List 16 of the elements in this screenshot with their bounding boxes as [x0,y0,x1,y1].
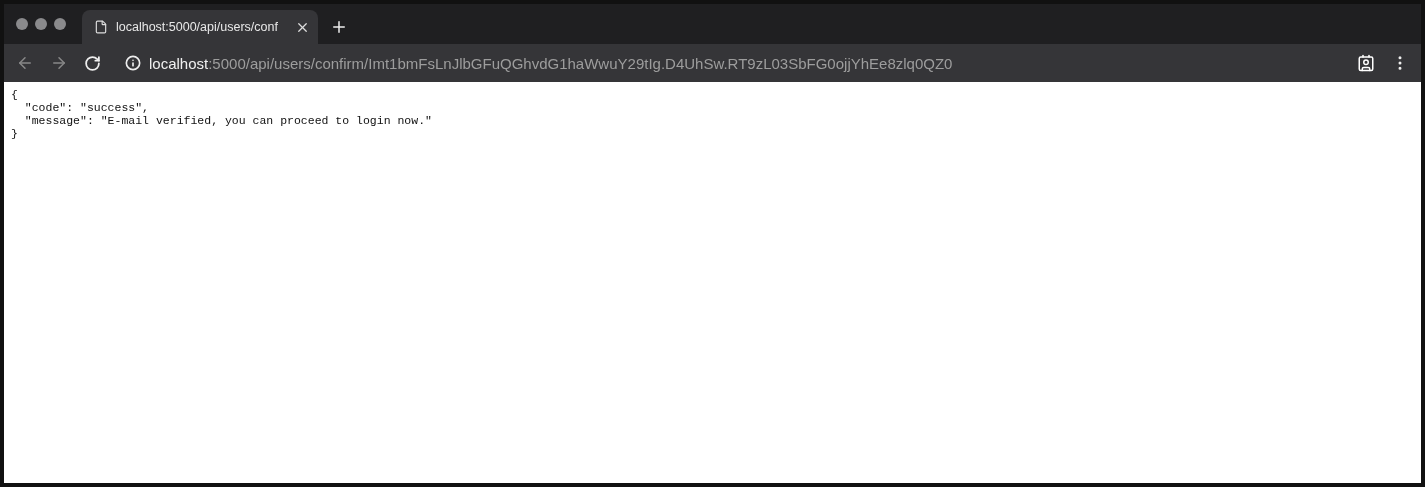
back-icon[interactable] [16,54,34,72]
document-icon [94,20,108,34]
info-icon[interactable] [125,55,141,71]
json-line: "message": "E-mail verified, you can proceed to login now." [23,114,433,127]
minimize-window-dot[interactable] [35,18,47,30]
forward-icon[interactable] [50,54,68,72]
close-window-dot[interactable] [16,18,28,30]
tab-title: localhost:5000/api/users/conf [116,20,278,34]
maximize-window-dot[interactable] [54,18,66,30]
json-line: } [11,127,19,140]
new-tab-icon[interactable] [330,18,348,36]
reload-icon[interactable] [84,54,101,72]
browser-tab[interactable]: localhost:5000/api/users/conf [82,10,318,44]
badge-icon[interactable] [1357,54,1375,72]
json-line: "code": "success", [23,101,151,114]
json-line: { [11,88,19,101]
